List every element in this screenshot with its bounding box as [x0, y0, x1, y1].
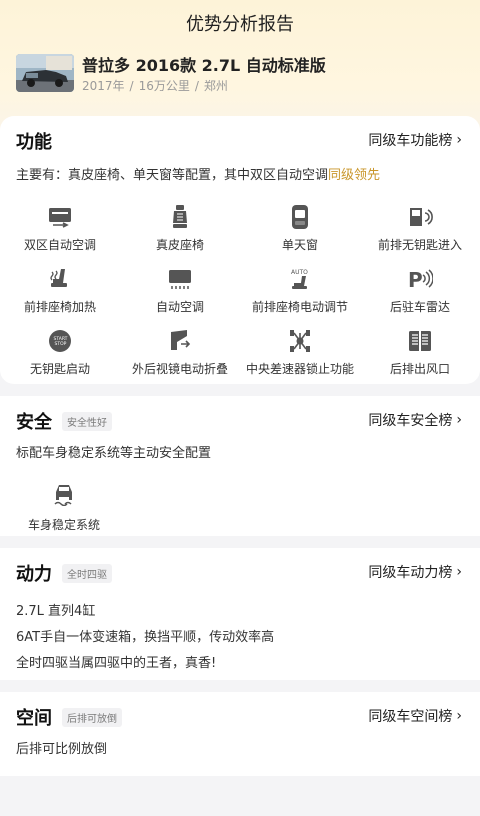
seat-heating-icon — [47, 266, 73, 292]
feature-label: 前排无钥匙进入 — [377, 238, 462, 252]
car-thumbnail[interactable] — [16, 54, 74, 92]
safety-rank-link[interactable]: 同级车安全榜 › — [368, 410, 462, 430]
stability-control-icon — [51, 480, 77, 510]
feature-label: 后驻车雷达 — [389, 300, 450, 314]
rear-vent-icon — [407, 328, 433, 354]
svg-text:P: P — [408, 268, 423, 292]
feature-label: 无钥匙启动 — [29, 362, 90, 376]
leather-seat-icon — [167, 204, 193, 230]
start-stop-icon: START STOP — [47, 328, 73, 354]
dual-zone-ac-icon — [47, 204, 73, 230]
feature-title: 功能 — [16, 132, 52, 153]
meta-separator: / — [129, 79, 134, 93]
feature-section: 功能 同级车功能榜 › 主要有：真皮座椅、单天窗等配置，其中双区自动空调同级领先 … — [0, 116, 480, 384]
space-title: 空间 — [16, 708, 52, 729]
space-badge: 后排可放倒 — [62, 707, 122, 727]
feature-highlight: 同级领先 — [328, 168, 381, 183]
feature-summary-text: 主要有：真皮座椅、单天窗等配置，其中双区自动空调 — [16, 168, 329, 183]
feature-header: 功能 — [16, 128, 52, 154]
feature-item[interactable]: P 后驻车雷达 — [360, 266, 480, 318]
safety-item-label: 车身稳定系统 — [27, 518, 100, 532]
car-city: 郑州 — [203, 79, 228, 93]
space-rank-link[interactable]: 同级车空间榜 › — [368, 706, 462, 726]
chevron-right-icon: › — [456, 708, 462, 724]
meta-separator: / — [194, 79, 199, 93]
chevron-right-icon: › — [456, 564, 462, 580]
car-title: 普拉多 2016款 2.7L 自动标准版 — [82, 56, 326, 75]
diff-lock-icon — [287, 328, 313, 354]
feature-rank-label: 同级车功能榜 — [368, 133, 453, 149]
power-header: 动力 全时四驱 — [16, 560, 112, 586]
safety-title: 安全 — [16, 412, 52, 433]
feature-item[interactable]: 双区自动空调 — [0, 204, 120, 256]
feature-item[interactable]: 前排无钥匙进入 — [360, 204, 480, 256]
feature-item[interactable]: 单天窗 — [240, 204, 360, 256]
feature-item[interactable]: 自动空调 — [120, 266, 240, 318]
space-section: 空间 后排可放倒 同级车空间榜 › 后排可比例放倒 — [0, 692, 480, 776]
parking-radar-icon: P — [407, 266, 433, 292]
auto-ac-icon — [167, 266, 193, 292]
feature-summary: 主要有：真皮座椅、单天窗等配置，其中双区自动空调同级领先 — [16, 164, 380, 183]
power-badge: 全时四驱 — [62, 563, 112, 583]
power-transmission: 6AT手自一体变速箱，换挡平顺，传动效率高 — [16, 630, 275, 645]
feature-rank-link[interactable]: 同级车功能榜 › — [368, 130, 462, 150]
feature-item[interactable]: 真皮座椅 — [120, 204, 240, 256]
feature-label: 自动空调 — [155, 300, 204, 314]
feature-label: 前排座椅加热 — [23, 300, 96, 314]
svg-text:STOP: STOP — [55, 341, 67, 347]
feature-label: 后排出风口 — [389, 362, 450, 376]
feature-item[interactable]: 后排出风口 — [360, 328, 480, 380]
sunroof-icon — [287, 204, 313, 230]
feature-grid: 双区自动空调 真皮座椅 单天窗 前排无钥匙进入 前排座椅加热 自动空调 AUTO… — [0, 204, 480, 380]
keyless-entry-icon — [407, 204, 433, 230]
power-engine: 2.7L 直列4缸 — [16, 604, 96, 619]
car-meta: 2017年 / 16万公里 / 郑州 — [82, 77, 228, 94]
safety-desc: 标配车身稳定系统等主动安全配置 — [16, 446, 212, 461]
chevron-right-icon: › — [456, 132, 462, 148]
safety-item[interactable]: 车身稳定系统 — [16, 480, 112, 533]
feature-item[interactable]: AUTO 前排座椅电动调节 — [240, 266, 360, 318]
feature-item[interactable]: START STOP 无钥匙启动 — [0, 328, 120, 380]
feature-item[interactable]: 外后视镜电动折叠 — [120, 328, 240, 380]
power-rank-link[interactable]: 同级车动力榜 › — [368, 562, 462, 582]
feature-item[interactable]: 中央差速器锁止功能 — [240, 328, 360, 380]
safety-header: 安全 安全性好 — [16, 408, 112, 434]
power-section: 动力 全时四驱 同级车动力榜 › 2.7L 直列4缸 6AT手自一体变速箱，换挡平… — [0, 548, 480, 680]
car-mileage: 16万公里 — [138, 79, 190, 93]
chevron-right-icon: › — [456, 412, 462, 428]
space-rank-label: 同级车空间榜 — [368, 709, 453, 725]
power-title: 动力 — [16, 564, 52, 585]
power-drivetrain: 全时四驱当属四驱中的王者，真香! — [16, 656, 217, 671]
page-title: 优势分析报告 — [186, 14, 294, 35]
power-seat-icon: AUTO — [287, 266, 313, 292]
feature-label: 中央差速器锁止功能 — [245, 362, 354, 376]
feature-label: 单天窗 — [281, 238, 318, 252]
svg-text:AUTO: AUTO — [291, 269, 308, 276]
feature-label: 外后视镜电动折叠 — [131, 362, 228, 376]
safety-badge: 安全性好 — [62, 411, 112, 431]
space-header: 空间 后排可放倒 — [16, 704, 122, 730]
feature-label: 前排座椅电动调节 — [251, 300, 348, 314]
mirror-fold-icon — [167, 328, 193, 354]
feature-label: 双区自动空调 — [23, 238, 96, 252]
space-desc: 后排可比例放倒 — [16, 742, 108, 757]
safety-section: 安全 安全性好 同级车安全榜 › 标配车身稳定系统等主动安全配置 车身稳定系统 — [0, 396, 480, 536]
power-rank-label: 同级车动力榜 — [368, 565, 453, 581]
car-year: 2017年 — [82, 79, 125, 93]
feature-item[interactable]: 前排座椅加热 — [0, 266, 120, 318]
feature-label: 真皮座椅 — [155, 238, 204, 252]
safety-rank-label: 同级车安全榜 — [368, 413, 453, 429]
